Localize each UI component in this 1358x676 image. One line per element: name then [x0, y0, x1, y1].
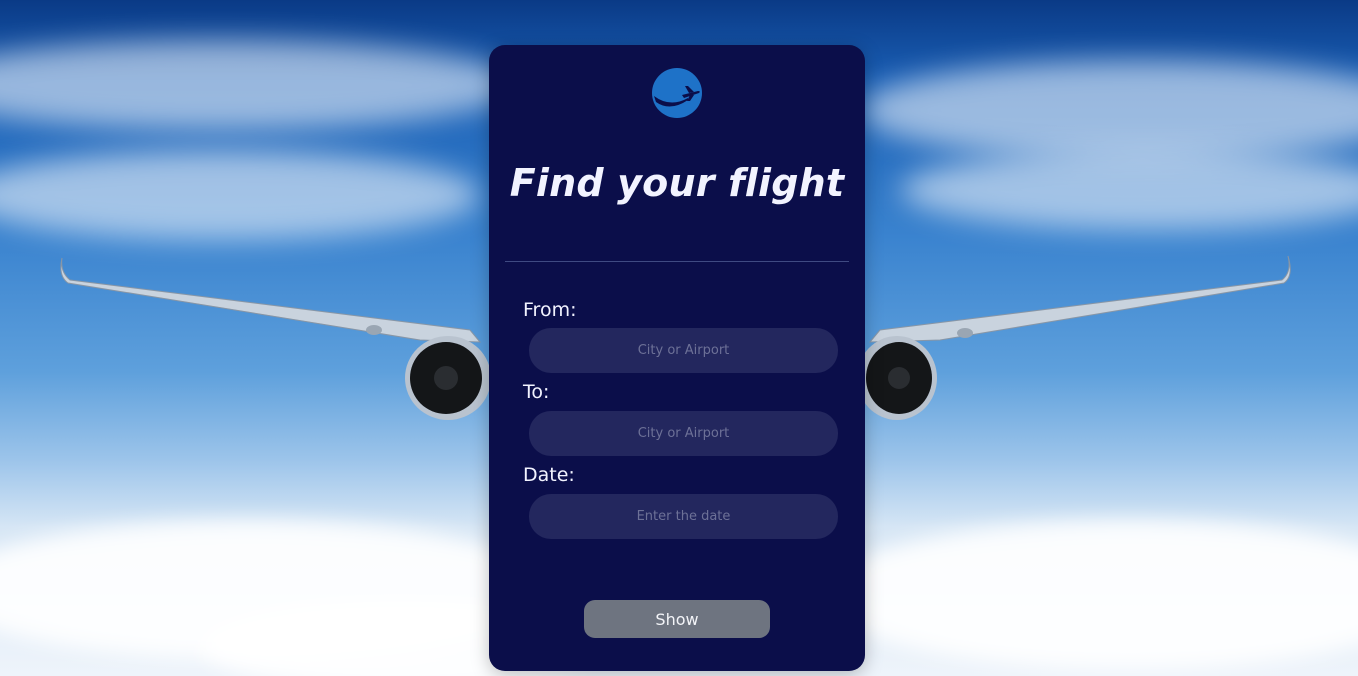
plane-globe-icon — [652, 68, 702, 118]
from-input[interactable] — [529, 328, 838, 373]
background-sky: Find your flight From: To: Date: Show — [0, 0, 1358, 676]
flight-search-card: Find your flight From: To: Date: Show — [489, 45, 865, 671]
date-label: Date: — [523, 464, 575, 486]
to-input[interactable] — [529, 411, 838, 456]
page-title: Find your flight — [509, 161, 845, 205]
show-button[interactable]: Show — [584, 600, 770, 638]
to-label: To: — [523, 381, 550, 403]
divider — [505, 261, 849, 262]
from-label: From: — [523, 299, 577, 321]
date-input[interactable] — [529, 494, 838, 539]
